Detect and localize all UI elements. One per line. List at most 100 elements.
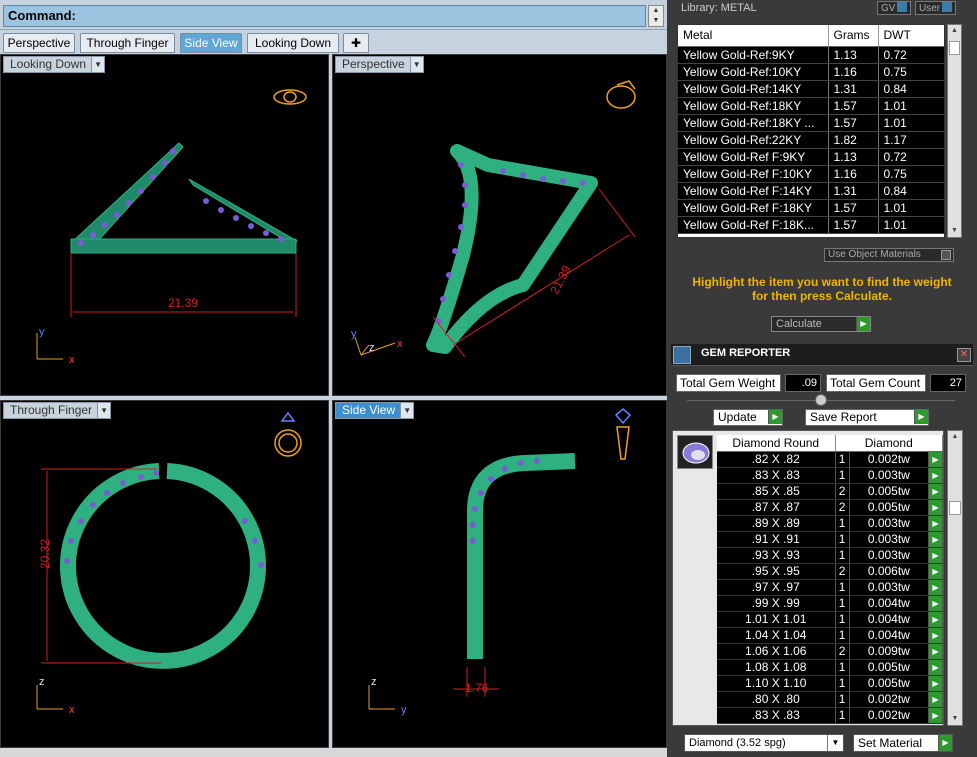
table-row[interactable]: .83 X .83 1 0.003tw ▶ <box>717 467 943 484</box>
save-report-button[interactable]: Save Report ▶ <box>805 409 929 426</box>
play-arrow-icon[interactable]: ▶ <box>928 467 943 484</box>
scroll-up-icon[interactable]: ▲ <box>948 431 962 443</box>
scroll-down-icon[interactable]: ▼ <box>948 225 961 237</box>
column-header-metal[interactable]: Metal <box>678 25 829 47</box>
chevron-down-icon[interactable]: ▼ <box>827 735 843 751</box>
scroll-up-icon[interactable]: ▲ <box>649 6 663 16</box>
table-row[interactable]: .83 X .83 1 0.002tw ▶ <box>717 707 943 724</box>
axis-z-label: z <box>369 342 375 354</box>
play-arrow-icon[interactable]: ▶ <box>928 595 943 612</box>
table-row[interactable]: .97 X .97 1 0.003tw ▶ <box>717 579 943 596</box>
table-row[interactable]: Yellow Gold-Ref F:14KY 1.31 0.84 <box>678 182 944 200</box>
viewport-label-side-view[interactable]: Side View ▼ <box>335 402 415 419</box>
play-arrow-icon[interactable]: ▶ <box>928 451 943 468</box>
table-row[interactable]: 1.04 X 1.04 1 0.004tw ▶ <box>717 627 943 644</box>
viewport-perspective[interactable]: 21.39 y x z Perspective ▼ <box>332 54 667 396</box>
play-arrow-icon[interactable]: ▶ <box>928 547 943 564</box>
play-arrow-icon[interactable]: ▶ <box>914 410 928 424</box>
play-arrow-icon[interactable]: ▶ <box>928 579 943 596</box>
table-row[interactable]: Yellow Gold-Ref:18KY ... 1.57 1.01 <box>678 114 944 132</box>
viewport-label-through-finger[interactable]: Through Finger ▼ <box>3 402 112 419</box>
gem-list-scrollbar[interactable]: ▲ ▼ <box>947 430 963 726</box>
scroll-down-icon[interactable]: ▼ <box>948 713 962 725</box>
table-row[interactable]: .87 X .87 2 0.005tw ▶ <box>717 499 943 516</box>
column-header-grams[interactable]: Grams <box>828 25 879 47</box>
table-row[interactable]: .89 X .89 1 0.003tw ▶ <box>717 515 943 532</box>
axis-y-label: y <box>39 326 45 338</box>
table-row[interactable]: Yellow Gold-Ref F:10KY 1.16 0.75 <box>678 165 944 183</box>
table-row[interactable]: .93 X .93 1 0.003tw ▶ <box>717 547 943 564</box>
scroll-up-icon[interactable]: ▲ <box>948 25 961 37</box>
table-row[interactable]: 1.08 X 1.08 1 0.005tw ▶ <box>717 659 943 676</box>
set-material-button[interactable]: Set Material ▶ <box>853 734 953 752</box>
material-select[interactable]: Diamond (3.52 spg) ▼ <box>684 734 844 752</box>
column-header-diamond-round[interactable]: Diamond Round <box>717 435 836 452</box>
play-arrow-icon[interactable]: ▶ <box>928 563 943 580</box>
table-row[interactable]: .85 X .85 2 0.005tw ▶ <box>717 483 943 500</box>
table-row[interactable]: Yellow Gold-Ref F:18K... 1.57 1.01 <box>678 216 944 234</box>
table-row[interactable]: Yellow Gold-Ref:22KY 1.82 1.17 <box>678 131 944 149</box>
column-header-dwt[interactable]: DWT <box>878 25 944 47</box>
table-row[interactable]: Yellow Gold-Ref F:9KY 1.13 0.72 <box>678 148 944 166</box>
table-row[interactable]: 1.10 X 1.10 1 0.005tw ▶ <box>717 675 943 692</box>
play-arrow-icon[interactable]: ▶ <box>928 659 943 676</box>
play-arrow-icon[interactable]: ▶ <box>928 691 943 708</box>
play-arrow-icon[interactable]: ▶ <box>928 627 943 644</box>
user-toggle[interactable]: User <box>915 1 957 15</box>
column-header-diamond[interactable]: Diamond <box>835 435 943 452</box>
play-arrow-icon[interactable]: ▶ <box>856 317 870 331</box>
table-row[interactable]: 1.06 X 1.06 2 0.009tw ▶ <box>717 643 943 660</box>
viewport-side-view[interactable]: 1.76 z y Side View ▼ <box>332 400 667 748</box>
chevron-down-icon[interactable]: ▼ <box>400 403 414 418</box>
play-arrow-icon[interactable]: ▶ <box>928 515 943 532</box>
table-row[interactable]: Yellow Gold-Ref F:18KY 1.57 1.01 <box>678 199 944 217</box>
table-row[interactable]: Yellow Gold-Ref:9KY 1.13 0.72 <box>678 46 944 64</box>
diamond-round-thumbnail[interactable] <box>677 435 713 469</box>
play-arrow-icon[interactable]: ▶ <box>928 483 943 500</box>
command-input[interactable]: Command: <box>3 5 646 27</box>
table-row[interactable]: Yellow Gold-Ref:14KY 1.31 0.84 <box>678 80 944 98</box>
table-row[interactable]: .99 X .99 1 0.004tw ▶ <box>717 595 943 612</box>
viewport-through-finger[interactable]: 20.32 z x Through Finger ▼ <box>0 400 329 748</box>
command-scrollbar[interactable]: ▲ ▼ <box>648 5 664 27</box>
scrollbar-thumb[interactable] <box>949 501 961 515</box>
chevron-down-icon[interactable]: ▼ <box>409 57 423 72</box>
metal-table-scrollbar[interactable]: ▲ ▼ <box>947 24 962 238</box>
gv-toggle[interactable]: GV <box>877 1 912 15</box>
chevron-down-icon[interactable]: ▼ <box>97 403 111 418</box>
table-row[interactable]: .95 X .95 2 0.006tw ▶ <box>717 563 943 580</box>
play-arrow-icon[interactable]: ▶ <box>928 675 943 692</box>
play-arrow-icon[interactable]: ▶ <box>928 643 943 660</box>
checkbox-icon[interactable] <box>941 250 951 260</box>
viewport-looking-down[interactable]: 21.39 y x Looking Down ▼ <box>0 54 329 396</box>
table-row[interactable]: Yellow Gold-Ref:10KY 1.16 0.75 <box>678 63 944 81</box>
tab-perspective[interactable]: Perspective <box>3 33 75 53</box>
scrollbar-thumb[interactable] <box>949 41 960 55</box>
table-row[interactable]: .91 X .91 1 0.003tw ▶ <box>717 531 943 548</box>
divider-handle[interactable] <box>815 394 827 406</box>
metal-name-cell: Yellow Gold-Ref F:10KY <box>678 165 829 183</box>
table-row[interactable]: 1.01 X 1.01 1 0.004tw ▶ <box>717 611 943 628</box>
scroll-down-icon[interactable]: ▼ <box>649 16 663 26</box>
tab-through-finger[interactable]: Through Finger <box>80 33 175 53</box>
table-row[interactable]: .82 X .82 1 0.002tw ▶ <box>717 451 943 468</box>
play-arrow-icon[interactable]: ▶ <box>768 410 782 424</box>
side-view-drawing: 1.76 z y <box>368 408 632 716</box>
use-object-materials-checkbox[interactable]: Use Object Materials <box>824 248 954 262</box>
play-arrow-icon[interactable]: ▶ <box>938 735 952 751</box>
chevron-down-icon[interactable]: ▼ <box>91 57 105 72</box>
play-arrow-icon[interactable]: ▶ <box>928 531 943 548</box>
play-arrow-icon[interactable]: ▶ <box>928 611 943 628</box>
add-tab-button[interactable]: ✚ <box>343 33 369 53</box>
play-arrow-icon[interactable]: ▶ <box>928 707 943 724</box>
tab-side-view[interactable]: Side View <box>180 33 242 53</box>
tab-looking-down[interactable]: Looking Down <box>247 33 339 53</box>
table-row[interactable]: .80 X .80 1 0.002tw ▶ <box>717 691 943 708</box>
calculate-button[interactable]: Calculate ▶ <box>771 316 871 332</box>
table-row[interactable]: Yellow Gold-Ref:18KY 1.57 1.01 <box>678 97 944 115</box>
viewport-label-perspective[interactable]: Perspective ▼ <box>335 56 424 73</box>
update-button[interactable]: Update ▶ <box>713 409 783 426</box>
play-arrow-icon[interactable]: ▶ <box>928 499 943 516</box>
close-icon[interactable]: ✕ <box>957 348 971 362</box>
viewport-label-looking-down[interactable]: Looking Down ▼ <box>3 56 106 73</box>
